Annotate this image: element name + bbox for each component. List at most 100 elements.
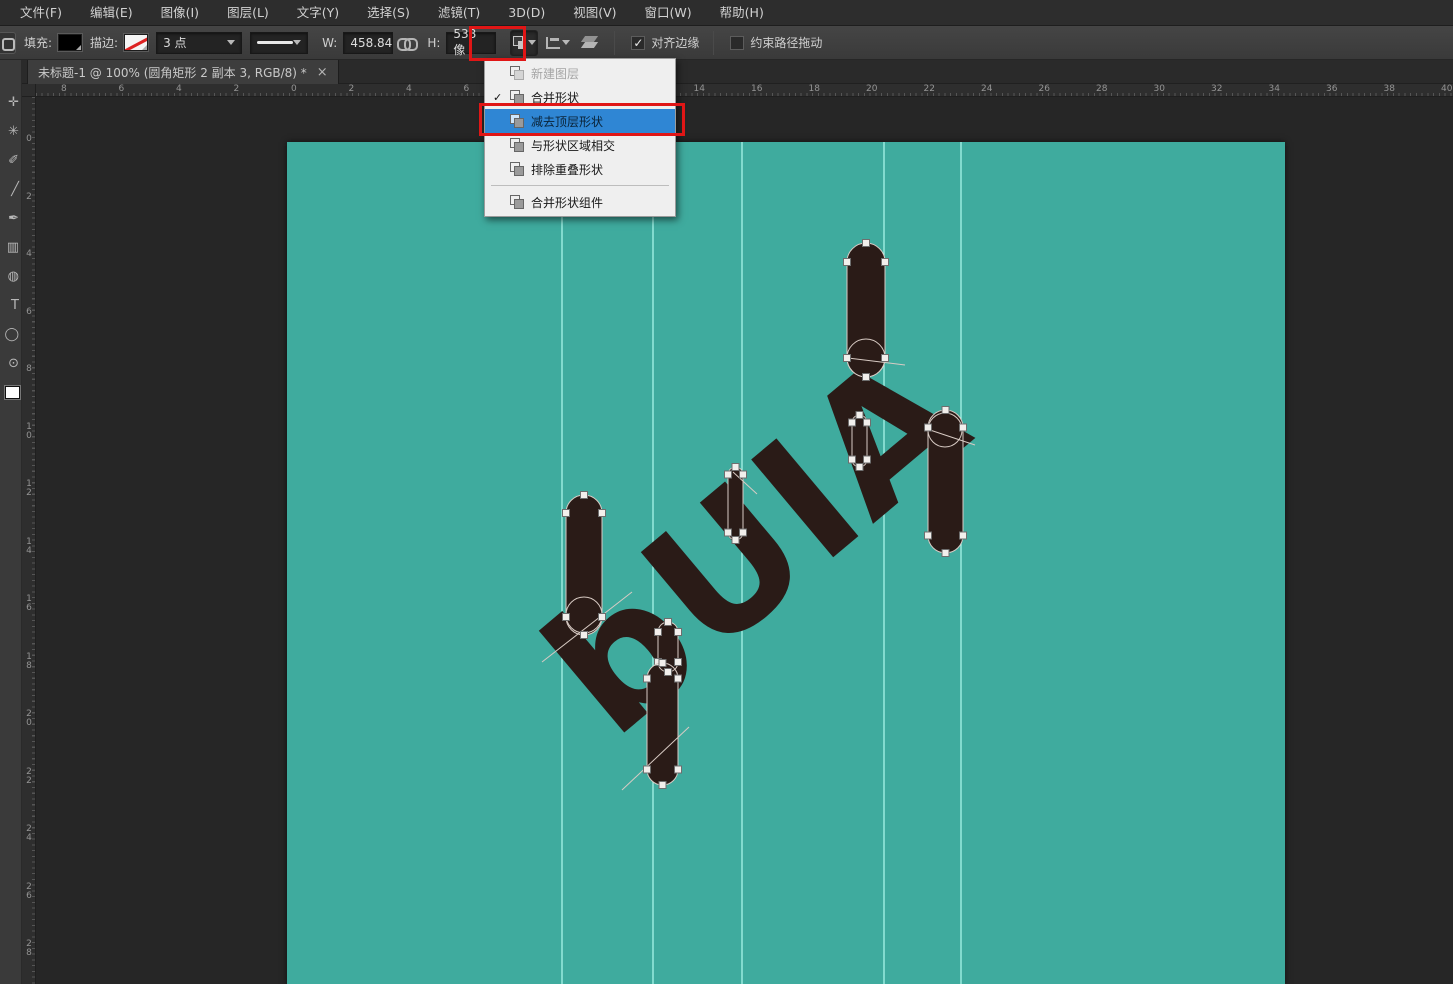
- foreground-color-swatch[interactable]: [0, 378, 22, 407]
- anchor-point[interactable]: [959, 531, 967, 540]
- anchor-point[interactable]: [643, 674, 651, 683]
- anchor-point[interactable]: [843, 354, 851, 362]
- path-operations-button[interactable]: [510, 29, 539, 56]
- menu-item-option[interactable]: 排除重叠形状: [485, 157, 675, 181]
- anchor-point[interactable]: [654, 628, 662, 636]
- menu-item[interactable]: 文字(Y): [283, 0, 353, 26]
- anchor-point[interactable]: [562, 509, 570, 517]
- anchor-point[interactable]: [863, 418, 871, 427]
- width-input[interactable]: 458.84: [343, 31, 394, 54]
- anchor-point[interactable]: [924, 423, 932, 432]
- menu-item[interactable]: 编辑(E): [76, 0, 147, 26]
- anchor-point[interactable]: [598, 613, 606, 621]
- menu-item-option[interactable]: 与形状区域相交: [485, 133, 675, 157]
- anchor-point[interactable]: [862, 373, 870, 381]
- anchor-point[interactable]: [731, 536, 740, 544]
- path-operations-menu: 新建图层 ✓ 合并形状 减去顶层形状 与形状区域相交 排除重叠形状 合并形状组件: [484, 58, 676, 217]
- menu-item[interactable]: 图像(I): [147, 0, 213, 26]
- stroke-style-select[interactable]: [250, 31, 309, 54]
- menu-item[interactable]: 3D(D): [494, 0, 559, 26]
- anchor-point[interactable]: [739, 470, 747, 479]
- anchor-point[interactable]: [731, 463, 740, 471]
- anchor-point[interactable]: [959, 423, 967, 432]
- anchor-point[interactable]: [848, 418, 856, 427]
- ruler-label: 32: [1211, 84, 1223, 94]
- document-tab-strip: 未标题-1 @ 100% (圆角矩形 2 副本 3, RGB/8) * ×: [22, 60, 1453, 84]
- anchor-point[interactable]: [881, 354, 889, 362]
- current-tool-icon[interactable]: [0, 31, 16, 54]
- close-icon[interactable]: ×: [317, 65, 328, 80]
- anchor-point[interactable]: [724, 528, 732, 537]
- rounded-rect-shape[interactable]: [847, 243, 885, 377]
- anchor-point[interactable]: [562, 613, 570, 621]
- anchor-point[interactable]: [598, 509, 606, 517]
- anchor-point[interactable]: [664, 618, 672, 626]
- link-dimensions-icon[interactable]: [397, 37, 419, 51]
- align-edges-checkbox[interactable]: ✓: [631, 35, 646, 50]
- ruler-label: 18: [26, 651, 32, 671]
- menu-item[interactable]: 图层(L): [213, 0, 283, 26]
- anchor-point[interactable]: [941, 549, 950, 557]
- anchor-point[interactable]: [862, 239, 870, 247]
- menu-item[interactable]: 文件(F): [6, 0, 76, 26]
- canvas[interactable]: bUIA: [287, 142, 1285, 984]
- horizontal-ruler[interactable]: 8642024681012141618202224262830323436384…: [22, 84, 1453, 97]
- menu-item[interactable]: 选择(S): [353, 0, 424, 26]
- menu-item[interactable]: 窗口(W): [631, 0, 706, 26]
- anchor-point[interactable]: [674, 628, 682, 636]
- anchor-point[interactable]: [855, 463, 864, 471]
- menu-item[interactable]: 帮助(H): [706, 0, 778, 26]
- rounded-rect-shape[interactable]: [647, 663, 678, 785]
- menu-item-option[interactable]: 合并形状组件: [485, 190, 675, 214]
- path-alignment-button[interactable]: [544, 30, 572, 56]
- stroke-width-select[interactable]: 3 点: [156, 31, 243, 54]
- anchor-point[interactable]: [843, 258, 851, 266]
- ruler-label: 2: [233, 84, 240, 94]
- anchor-point[interactable]: [881, 258, 889, 266]
- menu-item-option[interactable]: ✓ 合并形状: [485, 85, 675, 109]
- stroke-width-value: 3 点: [163, 36, 187, 50]
- anchor-point[interactable]: [580, 631, 588, 639]
- menu-item[interactable]: 滤镜(T): [424, 0, 494, 26]
- gradient-tool[interactable]: ▥: [0, 233, 22, 262]
- document-title: 未标题-1 @ 100% (圆角矩形 2 副本 3, RGB/8) *: [38, 65, 307, 80]
- anchor-point[interactable]: [724, 470, 732, 479]
- pen-tool[interactable]: ✒: [0, 204, 22, 233]
- anchor-point[interactable]: [664, 668, 672, 676]
- type-tool[interactable]: T: [0, 291, 22, 320]
- anchor-point[interactable]: [924, 531, 932, 540]
- anchor-point[interactable]: [739, 528, 747, 537]
- anchor-point[interactable]: [674, 674, 682, 683]
- anchor-point[interactable]: [658, 659, 667, 667]
- document-tab[interactable]: 未标题-1 @ 100% (圆角矩形 2 副本 3, RGB/8) * ×: [27, 60, 339, 84]
- lasso-tool[interactable]: ✳: [0, 117, 22, 146]
- path-arrangement-button[interactable]: [576, 30, 604, 56]
- anchor-point[interactable]: [674, 765, 682, 774]
- menu-item-selected[interactable]: 减去顶层形状: [485, 109, 675, 133]
- fill-swatch[interactable]: [57, 33, 84, 52]
- brush-tool[interactable]: ╱: [0, 175, 22, 204]
- rounded-rect-shape[interactable]: [566, 495, 602, 635]
- anchor-point[interactable]: [643, 765, 651, 774]
- ruler-label: 30: [1153, 84, 1165, 94]
- height-input[interactable]: 538 像: [446, 27, 497, 57]
- anchor-point[interactable]: [674, 658, 682, 666]
- smudge-tool[interactable]: ◍: [0, 262, 22, 291]
- zoom-tool[interactable]: ⊙: [0, 349, 22, 378]
- menu-item[interactable]: 视图(V): [559, 0, 630, 26]
- anchor-point[interactable]: [855, 411, 864, 419]
- constrain-path-drag-checkbox[interactable]: [730, 35, 745, 50]
- move-tool[interactable]: ✛: [0, 88, 22, 117]
- anchor-point[interactable]: [658, 781, 667, 789]
- anchor-point[interactable]: [848, 455, 856, 464]
- shape-tool[interactable]: ◯: [0, 320, 22, 349]
- anchor-point[interactable]: [941, 406, 950, 414]
- eyedropper-tool[interactable]: ✐: [0, 146, 22, 175]
- vertical-ruler[interactable]: 0246810121416182022242628: [22, 97, 36, 984]
- path-operations-icon: [512, 36, 526, 49]
- ruler-label: 38: [1383, 84, 1395, 94]
- anchor-point[interactable]: [580, 491, 588, 499]
- stroke-swatch[interactable]: [123, 33, 150, 52]
- anchor-point[interactable]: [863, 455, 871, 464]
- canvas-artwork[interactable]: bUIA: [287, 142, 1285, 984]
